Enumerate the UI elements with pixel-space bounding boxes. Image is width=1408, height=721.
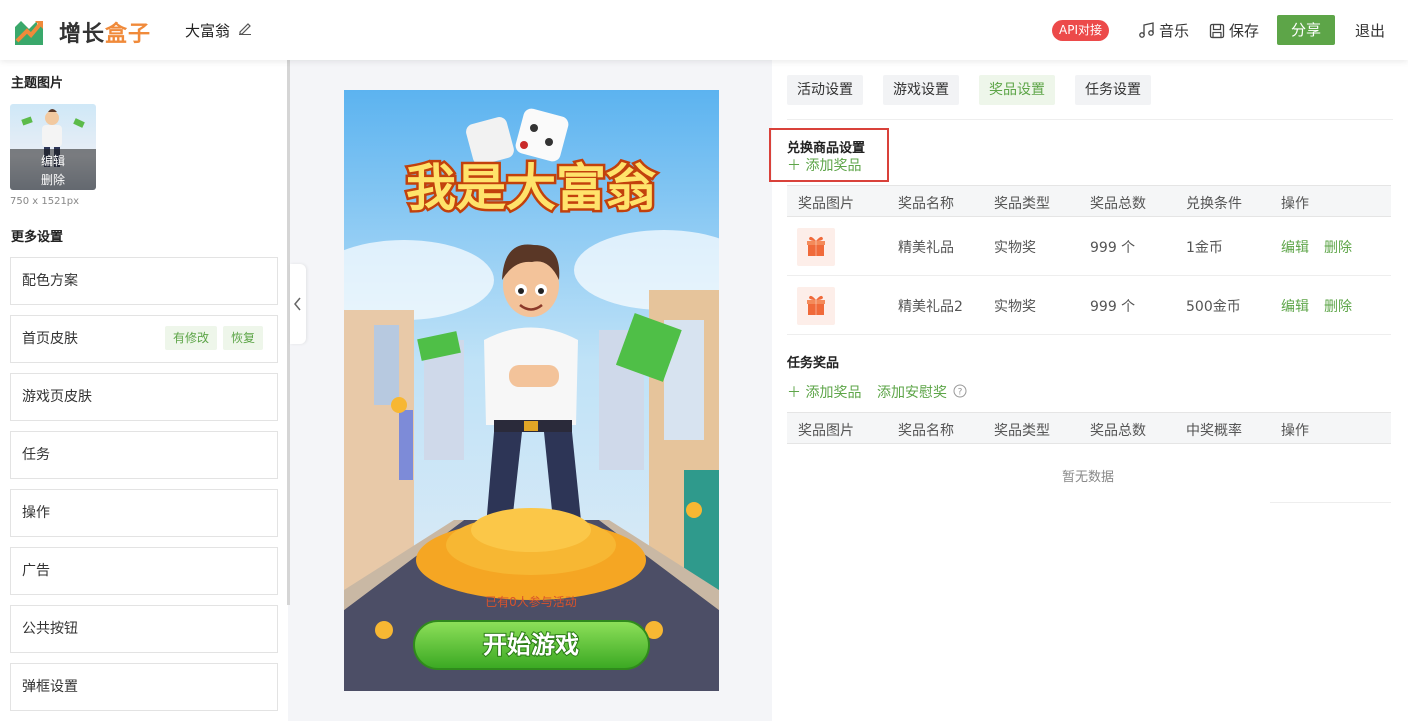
empty-state-text: 暂无数据	[1062, 470, 1115, 485]
save-button[interactable]: 保存	[1209, 20, 1259, 41]
thumbnail-edit-button[interactable]: 编辑	[10, 152, 96, 169]
add-task-prize-button[interactable]: ＋ 添加奖品	[787, 382, 861, 402]
save-icon	[1209, 23, 1225, 38]
menu-item-game-skin[interactable]: 游戏页皮肤	[10, 373, 278, 421]
logo-icon	[15, 21, 43, 45]
tab-divider	[787, 119, 1393, 120]
edit-name-icon[interactable]	[238, 21, 252, 35]
menu-item-color-scheme[interactable]: 配色方案	[10, 257, 278, 305]
task-prize-section-title: 任务奖品	[787, 356, 840, 371]
column-header: 奖品名称	[898, 423, 954, 439]
menu-item-label: 广告	[22, 563, 50, 579]
column-header: 中奖概率	[1186, 423, 1242, 439]
edit-button[interactable]: 编辑	[1281, 237, 1309, 257]
prize-type: 实物奖	[994, 240, 1036, 256]
delete-button[interactable]: 删除	[1324, 296, 1352, 316]
delete-button[interactable]: 删除	[1324, 237, 1352, 257]
menu-item-home-skin[interactable]: 首页皮肤 有修改 恢复	[10, 315, 278, 363]
exchange-table-header: 奖品图片 奖品名称 奖品类型 奖品总数 兑换条件 操作	[787, 185, 1391, 217]
restore-button[interactable]: 恢复	[223, 326, 264, 350]
game-poster-preview: 我是大富翁 已有0人参与活动 开始游戏	[344, 90, 719, 691]
save-label: 保存	[1229, 22, 1260, 40]
logo-text-part2: 盒子	[105, 22, 152, 47]
menu-item-ads[interactable]: 广告	[10, 547, 278, 595]
collapse-toggle[interactable]	[290, 264, 306, 344]
menu-item-label: 公共按钮	[22, 621, 78, 637]
column-header: 奖品类型	[994, 423, 1050, 439]
preview-area: 我是大富翁 已有0人参与活动 开始游戏	[288, 60, 772, 721]
poster-title: 我是大富翁	[406, 159, 656, 217]
menu-item-tasks[interactable]: 任务	[10, 431, 278, 479]
theme-image-thumbnail[interactable]: 编辑 删除	[10, 104, 96, 190]
exit-button[interactable]: 退出	[1355, 20, 1385, 41]
help-icon[interactable]: ?	[953, 384, 967, 398]
api-badge[interactable]: API对接	[1052, 20, 1109, 41]
start-game-button: 开始游戏	[483, 631, 579, 659]
column-header: 奖品总数	[1090, 423, 1146, 439]
column-header: 奖品类型	[994, 196, 1050, 212]
table-row: 精美礼品 实物奖 999 个 1金币 编辑 删除	[787, 217, 1391, 276]
edit-button[interactable]: 编辑	[1281, 296, 1309, 316]
prize-name: 精美礼品	[898, 240, 954, 256]
menu-item-popup-settings[interactable]: 弹框设置	[10, 663, 278, 711]
menu-item-label: 操作	[22, 505, 50, 521]
column-header: 兑换条件	[1186, 196, 1242, 212]
prize-name: 精美礼品2	[898, 299, 963, 315]
modified-tag: 有修改	[165, 326, 218, 350]
left-panel: 主题图片 编辑 删除 750 x 1521px 更多设置 配色方案 首页皮肤 有…	[0, 60, 288, 721]
table-row: 精美礼品2 实物奖 999 个 500金币 编辑 删除	[787, 276, 1391, 335]
music-button[interactable]: 音乐	[1138, 20, 1189, 41]
logo[interactable]: 增长盒子	[13, 16, 151, 48]
gift-icon	[797, 287, 835, 325]
prize-total: 999 个	[1090, 299, 1136, 315]
add-prize-label: 添加奖品	[805, 385, 862, 401]
menu-item-label: 游戏页皮肤	[22, 389, 92, 405]
column-header: 奖品总数	[1090, 196, 1146, 212]
more-settings-title: 更多设置	[11, 230, 64, 245]
tab-task-settings[interactable]: 任务设置	[1075, 75, 1151, 105]
column-header: 操作	[1281, 423, 1309, 439]
plus-icon: ＋	[787, 385, 806, 401]
thumbnail-delete-button[interactable]: 删除	[10, 171, 96, 188]
participants-text: 已有0人参与活动	[485, 594, 577, 609]
highlight-box	[769, 128, 889, 182]
add-consolation-label: 添加安慰奖	[877, 385, 947, 401]
tab-activity-settings[interactable]: 活动设置	[787, 75, 863, 105]
menu-item-operations[interactable]: 操作	[10, 489, 278, 537]
empty-divider	[1270, 502, 1391, 503]
menu-item-label: 首页皮肤	[22, 331, 78, 347]
menu-item-label: 任务	[22, 447, 50, 463]
app-name: 大富翁	[185, 22, 231, 40]
gift-icon	[797, 228, 835, 266]
logo-text: 增长盒子	[59, 16, 151, 48]
column-header: 奖品图片	[798, 423, 854, 439]
menu-item-label: 弹框设置	[22, 679, 78, 695]
image-size-note: 750 x 1521px	[10, 196, 80, 207]
task-table-header: 奖品图片 奖品名称 奖品类型 奖品总数 中奖概率 操作	[787, 412, 1391, 444]
column-header: 奖品名称	[898, 196, 954, 212]
music-label: 音乐	[1159, 22, 1190, 40]
top-header: 增长盒子 大富翁 API对接 音乐 保存 分享 退出	[0, 0, 1408, 60]
prize-type: 实物奖	[994, 299, 1036, 315]
menu-item-common-buttons[interactable]: 公共按钮	[10, 605, 278, 653]
prize-total: 999 个	[1090, 240, 1136, 256]
logo-text-part1: 增长	[59, 22, 106, 47]
theme-image-title: 主题图片	[11, 76, 64, 91]
poster-illustration: 我是大富翁 已有0人参与活动 开始游戏	[344, 90, 719, 691]
tab-game-settings[interactable]: 游戏设置	[883, 75, 959, 105]
music-icon	[1139, 22, 1154, 38]
chevron-left-icon	[294, 297, 301, 311]
column-header: 操作	[1281, 196, 1309, 212]
exchange-condition: 1金币	[1186, 240, 1223, 256]
share-button[interactable]: 分享	[1277, 15, 1335, 45]
menu-item-label: 配色方案	[22, 273, 78, 289]
tab-prize-settings[interactable]: 奖品设置	[979, 75, 1055, 105]
exchange-condition: 500金币	[1186, 299, 1241, 315]
svg-text:?: ?	[958, 388, 963, 398]
column-header: 奖品图片	[798, 196, 854, 212]
add-consolation-prize-button[interactable]: 添加安慰奖 ?	[877, 382, 967, 402]
